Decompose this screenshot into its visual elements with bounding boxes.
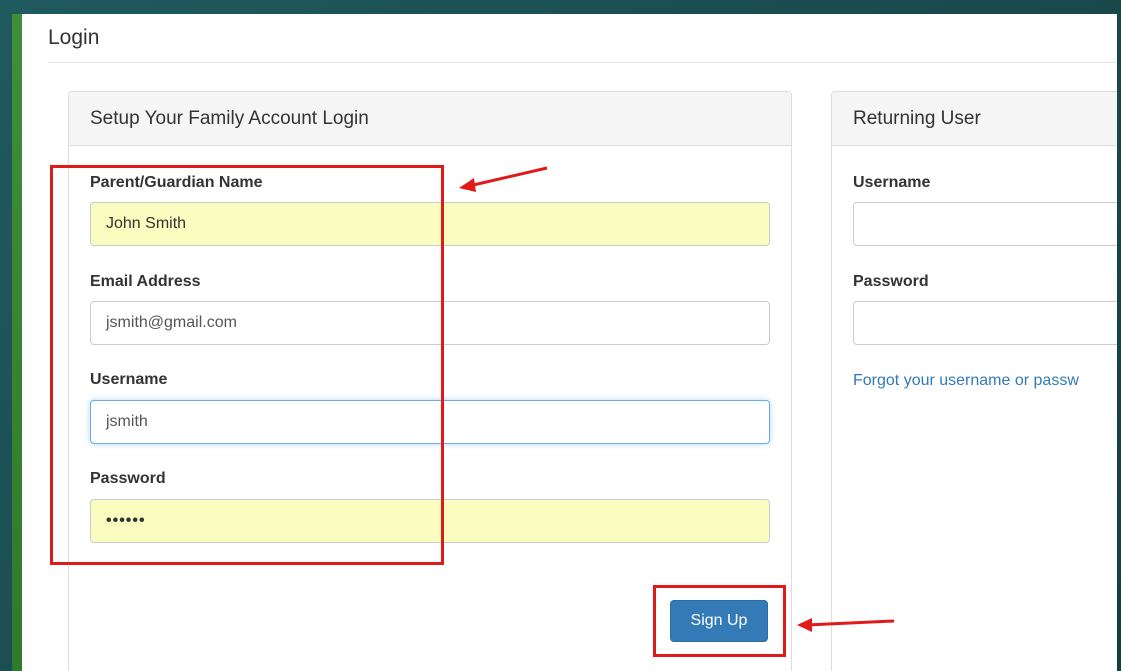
login-page: Login Setup Your Family Account Login Pa… xyxy=(22,14,1117,671)
arrow-to-sign-up-icon xyxy=(797,618,895,632)
